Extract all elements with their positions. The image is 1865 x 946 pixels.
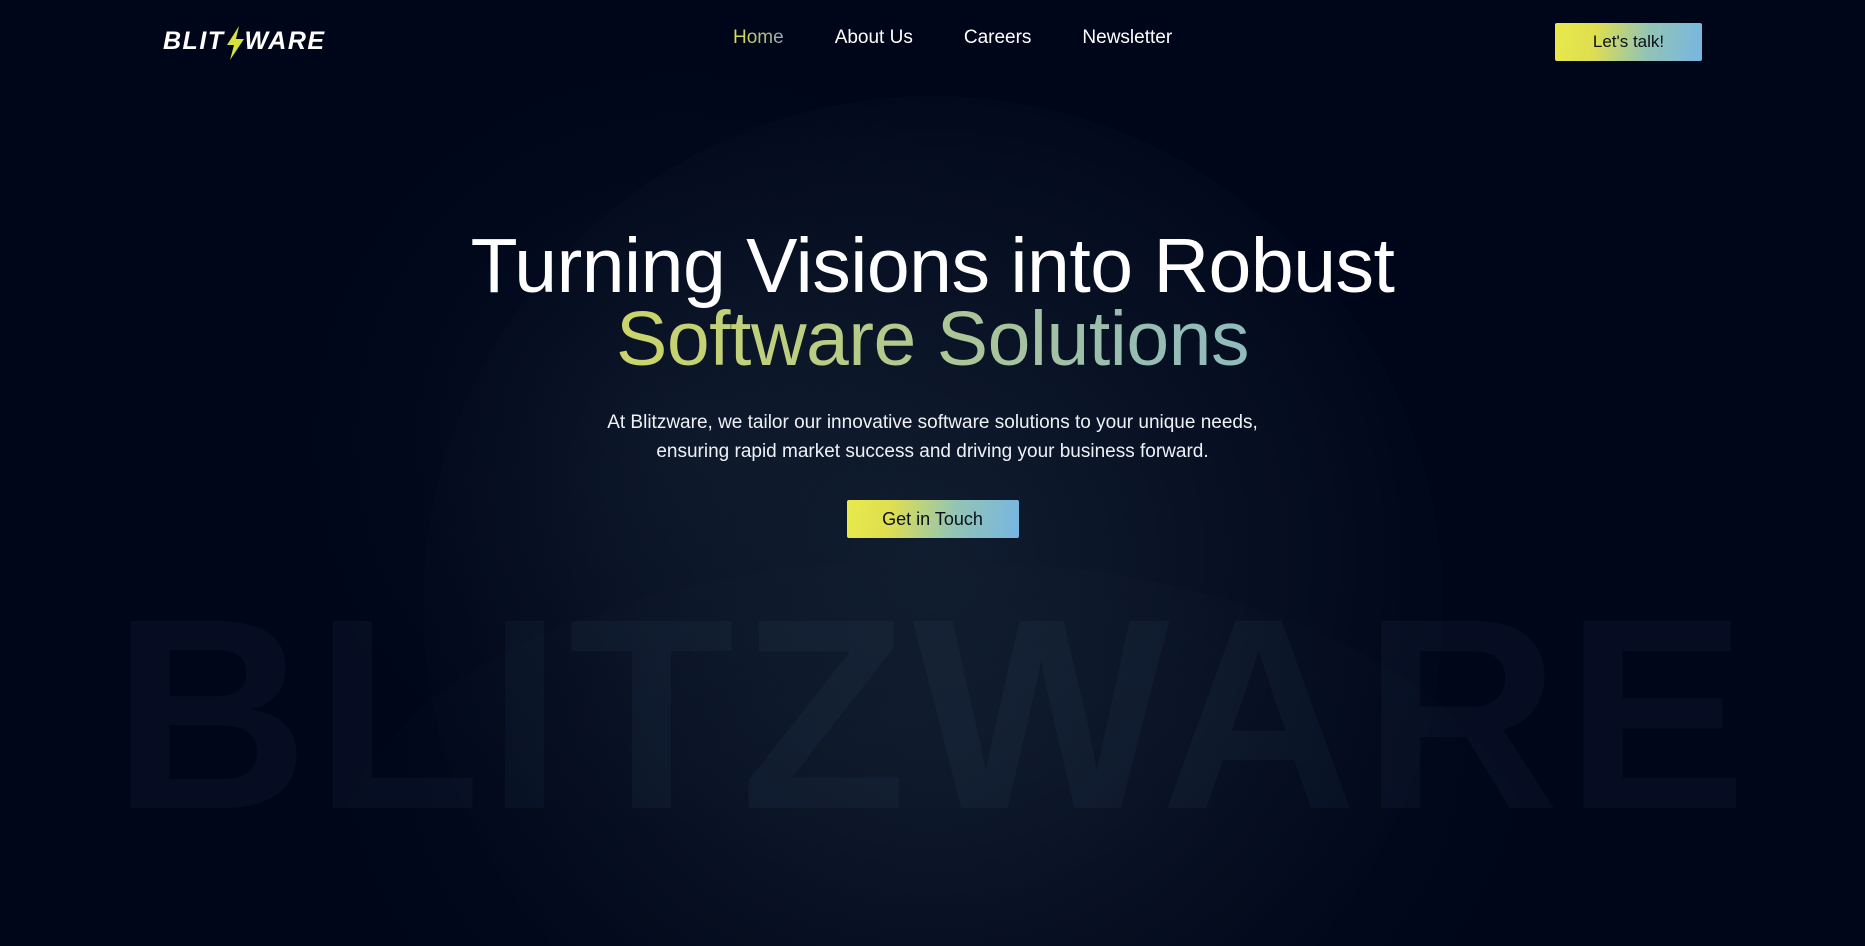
- nav-item-careers[interactable]: Careers: [964, 27, 1032, 50]
- hero-headline: Turning Visions into Robust Software Sol…: [0, 228, 1865, 378]
- background-glow-bottom: [332, 560, 1533, 946]
- site-header: BLIT WARE Home About Us Careers Newslett…: [0, 0, 1865, 86]
- logo-text-right: WARE: [244, 26, 326, 55]
- brand-logo[interactable]: BLIT WARE: [163, 26, 326, 60]
- brand-watermark: BLITZWARE: [112, 562, 1753, 866]
- hero-subheadline-line-1: At Blitzware, we tailor our innovative s…: [607, 412, 1258, 433]
- lets-talk-button[interactable]: Let's talk!: [1555, 23, 1702, 61]
- hero-headline-line-2: Software Solutions: [0, 301, 1865, 378]
- nav-item-newsletter[interactable]: Newsletter: [1082, 27, 1172, 50]
- page-root: BLITZWARE BLIT WARE Home About Us Career…: [0, 0, 1865, 946]
- nav-item-about-us[interactable]: About Us: [835, 27, 913, 50]
- hero-section: Turning Visions into Robust Software Sol…: [0, 228, 1865, 538]
- primary-navigation: Home About Us Careers Newsletter: [733, 27, 1172, 50]
- logo-text-left: BLIT: [163, 26, 225, 55]
- get-in-touch-button[interactable]: Get in Touch: [846, 500, 1019, 538]
- hero-subheadline: At Blitzware, we tailor our innovative s…: [0, 408, 1865, 466]
- nav-item-home[interactable]: Home: [733, 27, 784, 50]
- hero-subheadline-line-2: ensuring rapid market success and drivin…: [656, 441, 1209, 462]
- lightning-bolt-icon: [224, 26, 246, 60]
